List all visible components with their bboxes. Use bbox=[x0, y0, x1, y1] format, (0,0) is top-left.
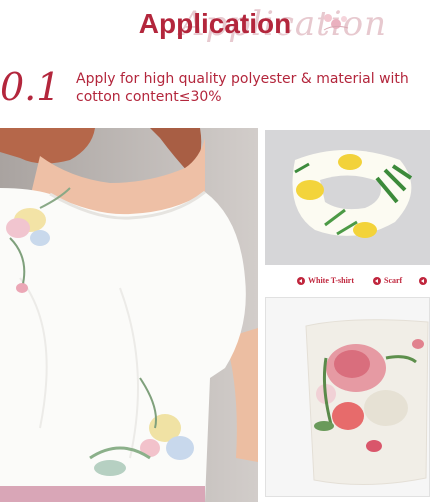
label-pillow bbox=[419, 276, 430, 286]
header: Application Application bbox=[0, 0, 430, 60]
label-white-tshirt-text: White T-shirt bbox=[308, 276, 355, 285]
point-number: 0.1 bbox=[0, 65, 61, 109]
label-scarf-text: Scarf bbox=[384, 276, 403, 285]
arrow-left-icon bbox=[419, 277, 427, 286]
arrow-left-icon bbox=[297, 277, 305, 286]
label-scarf: Scarf bbox=[373, 276, 403, 286]
scarf-photo bbox=[265, 130, 430, 265]
product-labels: White T-shirt Scarf bbox=[265, 274, 430, 288]
arrow-left-icon bbox=[373, 277, 381, 286]
pillow-photo bbox=[265, 297, 430, 497]
blossom-icon bbox=[323, 14, 349, 31]
label-white-tshirt: White T-shirt bbox=[297, 276, 355, 286]
point-description: Apply for high quality polyester & mater… bbox=[76, 71, 409, 105]
page-title: Application bbox=[138, 8, 292, 39]
shirt-photo bbox=[0, 128, 258, 502]
